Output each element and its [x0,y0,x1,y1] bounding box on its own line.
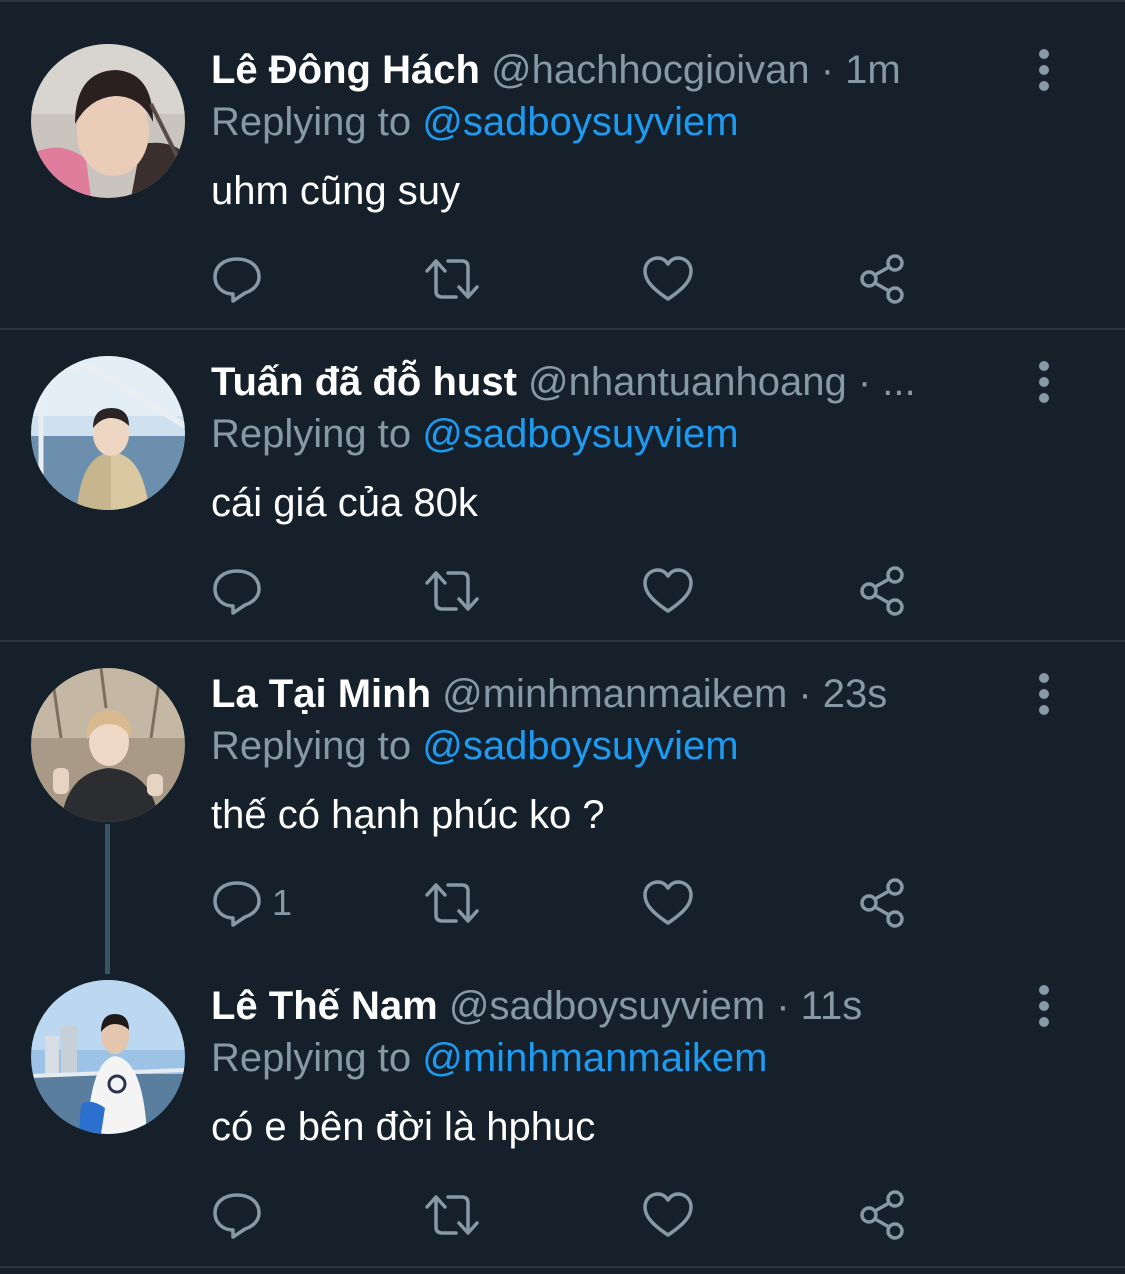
share-button[interactable] [851,251,915,307]
more-vertical-icon [1039,361,1049,403]
avatar-nhantuanhoang[interactable] [31,356,185,510]
replying-to-label: Replying to [211,412,412,456]
tweet-text: thế có hạnh phúc ko ? [211,793,605,837]
more-options-button[interactable] [1024,357,1064,407]
tweet-header: La Tại Minh @minhmanmaikem · 23s [211,669,887,719]
share-button[interactable] [851,1187,915,1243]
display-name[interactable]: La Tại Minh [211,672,431,716]
replying-to-line: Replying to @sadboysuyviem [211,721,739,771]
share-icon [860,878,904,928]
handle-and-time[interactable]: @minhmanmaikem · 23s [442,672,887,716]
handle-and-time[interactable]: @sadboysuyviem · 11s [449,984,862,1028]
tweet-1[interactable]: Lê Đông Hách @hachhocgioivan · 1m Replyi… [0,0,1125,328]
tweet-header: Tuấn đã đỗ hust @nhantuanhoang · ... [211,357,916,407]
more-options-button[interactable] [1024,669,1064,719]
more-vertical-icon [1039,49,1049,91]
avatar-hachhocgioivan[interactable] [31,44,185,198]
replying-to-label: Replying to [211,724,412,768]
heart-icon [643,880,693,925]
more-vertical-icon [1039,673,1049,715]
like-button[interactable] [636,251,700,307]
replying-to-line: Replying to @minhmanmaikem [211,1033,767,1083]
tweet-text: uhm cũng suy [211,169,461,213]
avatar-minhmanmaikem[interactable] [31,668,185,822]
retweet-button[interactable] [420,563,484,619]
share-icon [860,254,904,304]
retweet-button[interactable] [420,251,484,307]
like-button[interactable] [636,1187,700,1243]
like-button[interactable] [636,875,700,931]
replying-to-line: Replying to @sadboysuyviem [211,97,739,147]
tweet-2[interactable]: Tuấn đã đỗ hust @nhantuanhoang · ... Rep… [0,330,1125,640]
display-name[interactable]: Lê Đông Hách [211,48,480,92]
heart-icon [643,1192,693,1237]
more-vertical-icon [1039,985,1049,1027]
more-options-button[interactable] [1024,45,1064,95]
reply-mention-link[interactable]: @sadboysuyviem [422,724,738,768]
share-icon [860,1190,904,1240]
display-name[interactable]: Tuấn đã đỗ hust [211,360,517,404]
share-button[interactable] [851,563,915,619]
reply-count: 1 [272,882,293,923]
tweet-4[interactable]: Lê Thế Nam @sadboysuyviem · 11s Replying… [0,956,1125,1266]
tweet-3[interactable]: La Tại Minh @minhmanmaikem · 23s Replyin… [0,642,1125,956]
retweet-button[interactable] [420,875,484,931]
retweet-button[interactable] [420,1187,484,1243]
more-options-button[interactable] [1024,981,1064,1031]
reply-bubble-icon [213,1193,261,1239]
avatar-sadboysuyviem[interactable] [31,980,185,1134]
tweet-feed: Lê Đông Hách @hachhocgioivan · 1m Replyi… [0,0,1125,1274]
tweet-header: Lê Thế Nam @sadboysuyviem · 11s [211,981,862,1031]
reply-bubble-icon [213,257,261,303]
replying-to-label: Replying to [211,1036,412,1080]
retweet-icon [425,883,479,923]
retweet-icon [425,259,479,299]
share-icon [860,566,904,616]
like-button[interactable] [636,563,700,619]
reply-button[interactable] [205,1187,269,1243]
handle-and-time[interactable]: @nhantuanhoang · ... [528,360,916,404]
retweet-icon [425,571,479,611]
heart-icon [643,256,693,301]
heart-icon [643,568,693,613]
tweet-text: cái giá của 80k [211,481,478,525]
reply-bubble-icon [213,569,261,615]
replying-to-label: Replying to [211,100,412,144]
tweet-text: có e bên đời là hphuc [211,1105,596,1149]
share-button[interactable] [851,875,915,931]
reply-button[interactable] [205,563,269,619]
reply-bubble-icon [213,881,261,927]
bottom-divider [0,1266,1125,1268]
reply-mention-link[interactable]: @sadboysuyviem [422,412,738,456]
handle-and-time[interactable]: @hachhocgioivan · 1m [491,48,901,92]
retweet-icon [425,1195,479,1235]
reply-button[interactable] [205,251,269,307]
display-name[interactable]: Lê Thế Nam [211,984,438,1028]
reply-button[interactable] [205,875,269,931]
reply-mention-link[interactable]: @minhmanmaikem [422,1036,767,1080]
replying-to-line: Replying to @sadboysuyviem [211,409,739,459]
tweet-header: Lê Đông Hách @hachhocgioivan · 1m [211,45,901,95]
reply-mention-link[interactable]: @sadboysuyviem [422,100,738,144]
